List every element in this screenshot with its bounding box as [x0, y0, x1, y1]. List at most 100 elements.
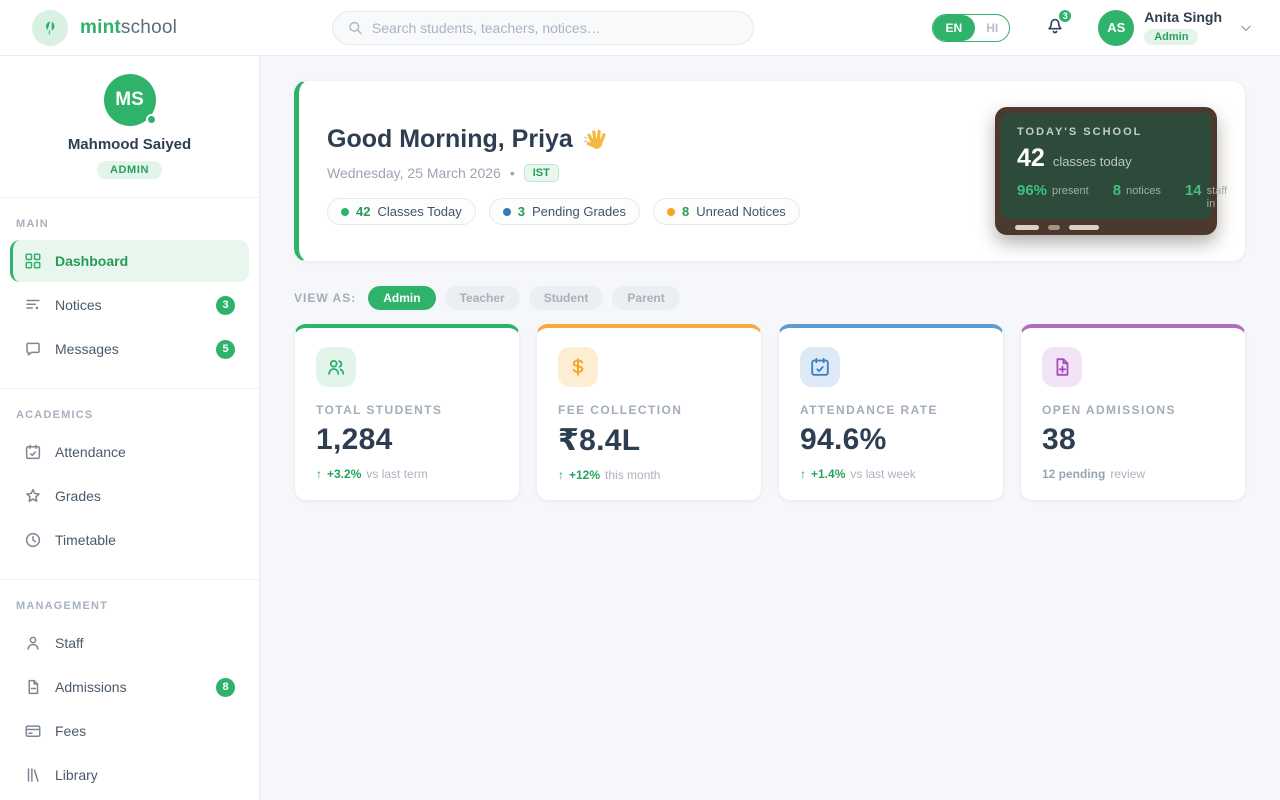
person-icon	[27, 636, 39, 650]
language-toggle[interactable]: EN HI	[931, 13, 1011, 42]
view-as-admin[interactable]: Admin	[368, 286, 436, 310]
board-stat-staff-in: 14 staff in	[1185, 182, 1227, 210]
sidebar-item-fees[interactable]: Fees	[10, 710, 249, 752]
library-icon	[27, 768, 39, 782]
stat-value: 96%	[1017, 182, 1048, 199]
sidebar-item-label: Messages	[55, 341, 119, 357]
sidebar-item-notices[interactable]: Notices 3	[10, 284, 249, 326]
lang-en[interactable]: EN	[932, 14, 976, 41]
stat-card-value: 94.6%	[800, 423, 887, 456]
timezone-badge: IST	[523, 164, 559, 182]
sidebar-item-label: Attendance	[55, 444, 126, 460]
card-fee-collection: FEE COLLECTION ₹8.4L ↑ +12% this month	[536, 324, 762, 501]
delta-value: +12%	[569, 468, 601, 482]
board-stat-present: 96% present	[1017, 182, 1089, 199]
board-title: TODAY'S SCHOOL	[1017, 126, 1143, 138]
clock-icon	[25, 532, 41, 548]
stat-card-value: 38	[1042, 423, 1076, 456]
chip-value: 8	[681, 204, 690, 219]
nav-section-management: MANAGEMENT Staff Admissions 8 Fees Libra…	[0, 590, 259, 800]
profile-name: Mahmood Saiyed	[67, 136, 192, 153]
section-label: MAIN	[16, 218, 49, 230]
greeting-text: Good Morning, Priya	[327, 125, 573, 153]
view-as-student[interactable]: Student	[528, 286, 604, 310]
chalkboard-widget: TODAY'S SCHOOL 42 classes today 96% pres…	[995, 107, 1227, 235]
chip-label: Pending Grades	[532, 204, 626, 219]
sidebar-item-label: Dashboard	[55, 253, 129, 269]
section-label: MANAGEMENT	[16, 600, 109, 612]
view-as-label: VIEW AS:	[294, 291, 357, 305]
count-badge: 8	[216, 677, 235, 697]
credit-card-icon	[25, 725, 41, 737]
stat-card-value: 1,284	[316, 423, 393, 456]
stat-label: staff in	[1206, 185, 1228, 210]
sidebar-item-attendance[interactable]: Attendance	[10, 431, 249, 473]
view-as-parent[interactable]: Parent	[612, 286, 680, 310]
delta-value: +1.4%	[811, 467, 846, 481]
notifications-button[interactable]: 3	[1044, 8, 1074, 41]
users-icon	[328, 359, 345, 375]
sidebar-item-admissions[interactable]: Admissions 8	[10, 666, 249, 708]
search-input[interactable]	[371, 19, 739, 36]
user-role-badge: Admin	[1144, 28, 1199, 45]
sidebar-item-library[interactable]: Library	[10, 754, 249, 796]
brand-name: mintschool	[80, 16, 178, 38]
stat-card-label: FEE COLLECTION	[558, 403, 683, 417]
delta-note: vs last term	[366, 467, 428, 481]
sidebar-item-timetable[interactable]: Timetable	[10, 519, 249, 561]
sidebar-item-label: Notices	[55, 297, 102, 313]
dollar-icon	[572, 358, 584, 376]
search-icon	[349, 21, 362, 35]
avatar-initials: MS	[115, 89, 144, 110]
leaf-icon	[32, 9, 68, 46]
sidebar: MS Mahmood Saiyed ADMIN MAIN Dashboard N…	[0, 56, 260, 800]
sidebar-item-dashboard[interactable]: Dashboard	[10, 240, 249, 282]
user-menu[interactable]: AS Anita Singh Admin	[1098, 9, 1254, 46]
sidebar-profile: MS Mahmood Saiyed ADMIN	[0, 74, 259, 197]
chip-value: 3	[517, 204, 526, 219]
user-name: Anita Singh	[1144, 9, 1222, 26]
chevron-down-icon	[1241, 25, 1251, 31]
calendar-check-icon	[811, 357, 829, 376]
view-as-switcher: VIEW AS: Admin Teacher Student Parent	[294, 286, 1246, 310]
stat-card-delta: ↑ +12% this month	[558, 468, 740, 482]
notification-count-badge: 3	[1057, 8, 1074, 24]
nav-section-main: MAIN Dashboard Notices 3 Messages 5	[0, 208, 259, 378]
sidebar-item-label: Grades	[55, 488, 101, 504]
top-bar: mintschool EN HI 3 AS Anita Singh Admin	[0, 0, 1280, 56]
green-dot	[341, 207, 349, 216]
count-badge: 5	[216, 339, 235, 359]
stats-cards: TOTAL STUDENTS 1,284 ↑ +3.2% vs last ter…	[294, 324, 1246, 501]
stat-card-label: TOTAL STUDENTS	[316, 403, 443, 417]
sidebar-item-label: Staff	[55, 635, 84, 651]
chip-label: Classes Today	[377, 204, 462, 219]
stat-card-value: ₹8.4L	[558, 424, 641, 457]
chip-unread-notices: 8 Unread Notices	[652, 198, 800, 225]
sidebar-item-messages[interactable]: Messages 5	[10, 328, 249, 370]
orange-dot	[666, 207, 675, 216]
sidebar-item-label: Admissions	[55, 679, 127, 695]
delta-note: vs last week	[850, 467, 916, 481]
count-badge: 3	[216, 295, 235, 315]
star-icon	[26, 488, 40, 502]
sidebar-item-label: Fees	[55, 723, 87, 739]
delta-note: review	[1110, 467, 1146, 481]
stat-label: notices	[1126, 185, 1161, 197]
file-plus-icon	[1056, 358, 1069, 376]
sidebar-item-label: Timetable	[55, 532, 116, 548]
chip-value: 42	[356, 204, 371, 219]
online-status-dot	[145, 114, 157, 125]
stat-card-label: OPEN ADMISSIONS	[1042, 403, 1176, 417]
lang-hi[interactable]: HI	[975, 21, 1009, 35]
main-content: Good Morning, Priya Wednesday, 25 March …	[260, 56, 1280, 800]
avatar: MS	[103, 74, 157, 126]
global-search[interactable]	[332, 10, 754, 45]
stat-value: 14	[1184, 182, 1202, 199]
chalk-tray	[1015, 225, 1099, 230]
view-as-teacher[interactable]: Teacher	[444, 286, 520, 310]
sidebar-item-grades[interactable]: Grades	[10, 475, 249, 517]
up-arrow-icon: ↑	[316, 467, 322, 481]
sidebar-item-staff[interactable]: Staff	[10, 622, 249, 664]
profile-role-badge: ADMIN	[96, 161, 163, 179]
chip-classes-today: 42 Classes Today	[327, 198, 476, 225]
